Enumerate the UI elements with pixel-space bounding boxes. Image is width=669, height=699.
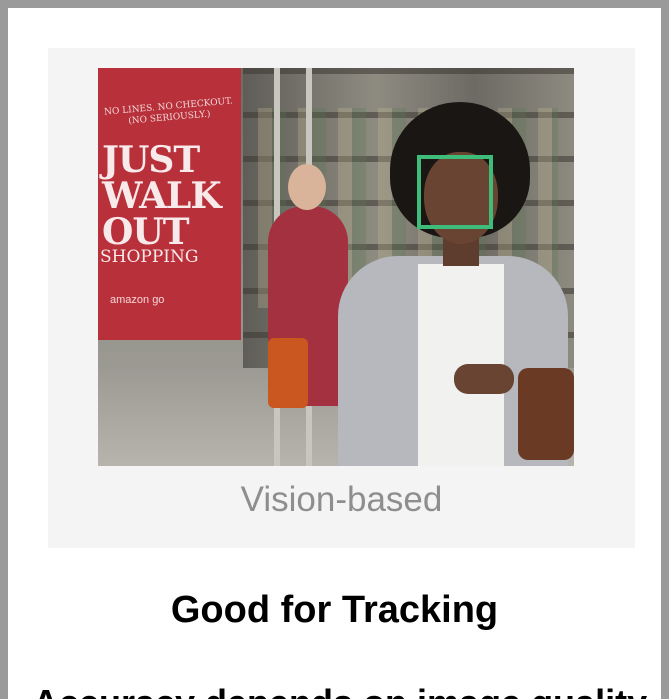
shopper-bag	[518, 368, 574, 460]
face-detection-box	[417, 155, 493, 229]
image-card: NO LINES. NO CHECKOUT. (NO SERIOUSLY.) J…	[48, 48, 635, 548]
shopper-hand	[454, 364, 514, 394]
slide-frame: NO LINES. NO CHECKOUT. (NO SERIOUSLY.) J…	[0, 0, 669, 699]
sign-subline: SHOPPING	[100, 247, 199, 267]
bystander-head	[288, 164, 326, 210]
sign-headline-line: WALK	[102, 175, 222, 217]
sign-headline-line: OUT	[102, 211, 190, 253]
slide-heading: Good for Tracking	[170, 589, 499, 631]
sign-headline-line: JUST	[102, 139, 200, 181]
clipped-footer-text: Accuracy depends on image quality	[8, 680, 661, 699]
sign-brand-logo: amazon go	[110, 294, 165, 306]
promo-sign: NO LINES. NO CHECKOUT. (NO SERIOUSLY.) J…	[98, 68, 241, 340]
store-entrance-photo: NO LINES. NO CHECKOUT. (NO SERIOUSLY.) J…	[98, 68, 574, 466]
sign-tagline: NO LINES. NO CHECKOUT. (NO SERIOUSLY.)	[103, 96, 234, 129]
sign-headline: JUST WALK OUT	[102, 142, 237, 250]
image-caption: Vision-based	[240, 480, 443, 519]
bystander-bag	[268, 338, 308, 408]
